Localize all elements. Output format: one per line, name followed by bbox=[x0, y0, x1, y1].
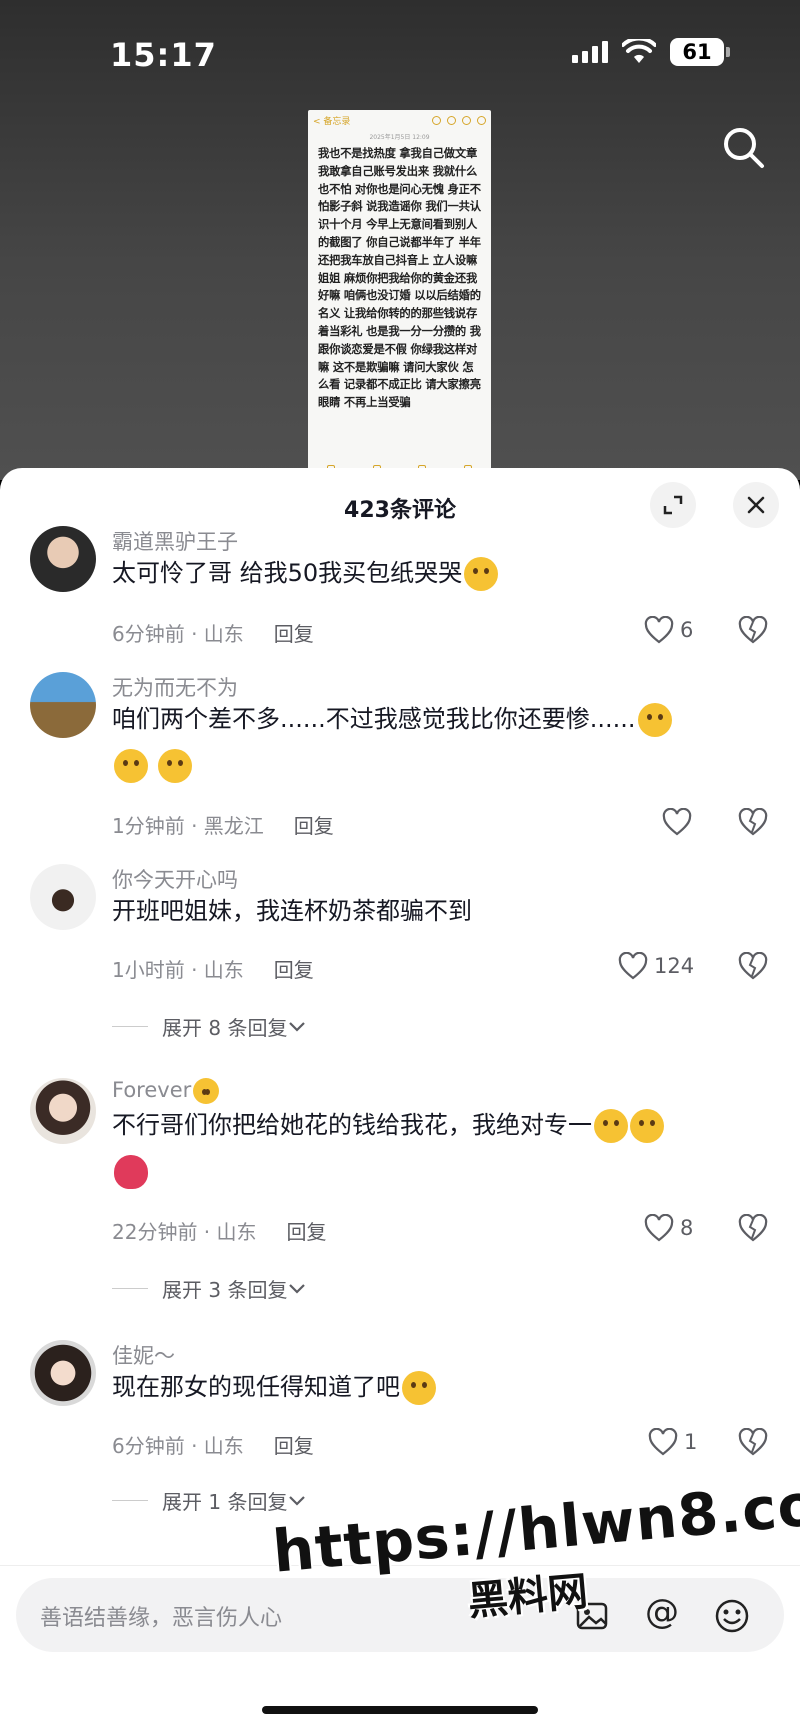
pleading-emoji-icon bbox=[157, 749, 192, 783]
heart-icon bbox=[644, 1214, 674, 1242]
comment-time: 6分钟前 · 山东 bbox=[112, 1434, 244, 1458]
chevron-down-icon bbox=[289, 1283, 306, 1294]
laughing-emoji-icon bbox=[464, 557, 499, 591]
like-count: 8 bbox=[680, 1216, 694, 1240]
broken-heart-icon bbox=[738, 807, 768, 836]
broken-heart-icon bbox=[738, 1213, 768, 1242]
comment-meta: 6分钟前 · 山东 回复 bbox=[112, 618, 314, 647]
reply-button[interactable]: 回复 bbox=[294, 814, 334, 838]
pleading-emoji-icon bbox=[637, 703, 672, 737]
like-button[interactable]: 1 bbox=[648, 1428, 697, 1456]
comment-text-content: 现在那女的现任得知道了吧 bbox=[112, 1373, 400, 1401]
comment-text[interactable]: 开班吧姐妹，我连杯奶茶都骗不到 bbox=[112, 888, 752, 934]
comment-input-placeholder: 善语结善缘，恶言伤人心 bbox=[40, 1606, 283, 1631]
reply-button[interactable]: 回复 bbox=[287, 1220, 327, 1244]
expand-replies-label: 展开 1 条回复 bbox=[162, 1490, 288, 1514]
expand-replies-button[interactable]: 展开 3 条回复 bbox=[112, 1274, 307, 1303]
close-sheet-button[interactable] bbox=[733, 482, 779, 528]
home-indicator bbox=[262, 1706, 538, 1714]
comment-time: 1小时前 · 山东 bbox=[112, 958, 244, 982]
like-button[interactable]: 124 bbox=[618, 952, 694, 980]
heart-icon bbox=[644, 616, 674, 644]
note-screenshot: < 备忘录 2025年1月5日 12:09 我也不是找热度 拿我自己做文章我敢拿… bbox=[308, 110, 491, 482]
note-back-label: < 备忘录 bbox=[313, 116, 351, 127]
status-bar: 15:17 61 bbox=[0, 0, 800, 110]
comment-text[interactable]: 不行哥们你把给她花的钱给我花，我绝对专一 bbox=[112, 1102, 752, 1194]
broken-heart-icon bbox=[738, 951, 768, 980]
search-button[interactable] bbox=[722, 126, 772, 176]
search-icon bbox=[724, 128, 764, 168]
comment-meta: 22分钟前 · 山东 回复 bbox=[112, 1216, 327, 1245]
comment-text[interactable]: 太可怜了哥 给我50我买包纸哭哭 bbox=[112, 550, 752, 596]
expand-replies-label: 展开 3 条回复 bbox=[162, 1278, 288, 1302]
pleading-emoji-icon bbox=[114, 749, 148, 783]
comment-username-text: Forever bbox=[112, 1078, 192, 1102]
note-toolbar: < 备忘录 bbox=[308, 110, 491, 130]
note-date: 2025年1月5日 12:09 bbox=[369, 134, 430, 141]
lips-emoji-icon bbox=[114, 1155, 148, 1189]
comment-username[interactable]: Forever bbox=[112, 1078, 220, 1104]
like-count: 124 bbox=[654, 954, 695, 978]
dislike-button[interactable] bbox=[738, 807, 768, 840]
avatar[interactable] bbox=[30, 1340, 96, 1406]
comment-text-content: 不行哥们你把给她花的钱给我花，我绝对专一 bbox=[112, 1111, 592, 1139]
close-icon bbox=[747, 496, 765, 514]
wifi-icon bbox=[622, 39, 656, 63]
expand-replies-label: 展开 8 条回复 bbox=[162, 1016, 288, 1040]
avatar[interactable] bbox=[30, 1078, 96, 1144]
heart-icon bbox=[648, 1428, 678, 1456]
comment-meta: 6分钟前 · 山东 回复 bbox=[112, 1430, 314, 1459]
tears-of-joy-emoji-icon bbox=[594, 1109, 628, 1143]
expand-replies-button[interactable]: 展开 8 条回复 bbox=[112, 1012, 307, 1041]
grinning-emoji-icon bbox=[402, 1371, 436, 1405]
note-text: 我也不是找热度 拿我自己做文章我敢拿自己账号发出来 我就什么也不怕 对你也是问心… bbox=[318, 147, 481, 410]
heart-icon bbox=[618, 952, 648, 980]
chevron-down-icon bbox=[289, 1495, 306, 1506]
comment-time: 1分钟前 · 黑龙江 bbox=[112, 814, 264, 838]
comment-text[interactable]: 现在那女的现任得知道了吧 bbox=[112, 1364, 752, 1410]
broken-heart-icon bbox=[738, 615, 768, 644]
battery-level: 61 bbox=[670, 38, 724, 66]
like-button[interactable]: 6 bbox=[644, 616, 693, 644]
expand-sheet-button[interactable] bbox=[650, 482, 696, 528]
comment-text-content: 开班吧姐妹，我连杯奶茶都骗不到 bbox=[112, 897, 472, 925]
nerd-emoji-icon bbox=[193, 1078, 220, 1104]
like-button[interactable]: 8 bbox=[644, 1214, 693, 1242]
like-button[interactable] bbox=[662, 808, 698, 836]
status-time: 15:17 bbox=[110, 36, 217, 74]
status-icons: 61 bbox=[572, 38, 730, 66]
like-count: 1 bbox=[684, 1430, 698, 1454]
avatar[interactable] bbox=[30, 526, 96, 592]
dislike-button[interactable] bbox=[738, 1213, 768, 1246]
comment-text-content: 太可怜了哥 给我50我买包纸哭哭 bbox=[112, 559, 463, 587]
dislike-button[interactable] bbox=[738, 1427, 768, 1460]
chevron-down-icon bbox=[289, 1021, 306, 1032]
video-background[interactable]: 15:17 61 < 备忘录 2025年1月5日 12:09 我也不是找热度 拿… bbox=[0, 0, 800, 482]
battery-icon: 61 bbox=[670, 38, 730, 66]
expand-icon bbox=[663, 495, 683, 515]
broken-heart-icon bbox=[738, 1427, 768, 1456]
reply-button[interactable]: 回复 bbox=[274, 958, 314, 982]
comment-time: 22分钟前 · 山东 bbox=[112, 1220, 257, 1244]
dislike-button[interactable] bbox=[738, 615, 768, 648]
avatar[interactable] bbox=[30, 864, 96, 930]
heart-icon bbox=[662, 808, 692, 836]
like-count: 6 bbox=[680, 618, 694, 642]
comment-text-content: 咱们两个差不多......不过我感觉我比你还要惨...... bbox=[112, 705, 636, 733]
cellular-signal-icon bbox=[572, 41, 608, 63]
tears-of-joy-emoji-icon bbox=[630, 1109, 664, 1143]
comment-meta: 1小时前 · 山东 回复 bbox=[112, 954, 314, 983]
comment-time: 6分钟前 · 山东 bbox=[112, 622, 244, 646]
reply-button[interactable]: 回复 bbox=[274, 622, 314, 646]
comment-text[interactable]: 咱们两个差不多......不过我感觉我比你还要惨...... bbox=[112, 696, 752, 788]
avatar[interactable] bbox=[30, 672, 96, 738]
comment-meta: 1分钟前 · 黑龙江 回复 bbox=[112, 810, 334, 839]
note-toolbar-icons bbox=[432, 115, 486, 125]
reply-button[interactable]: 回复 bbox=[274, 1434, 314, 1458]
dislike-button[interactable] bbox=[738, 951, 768, 984]
expand-replies-button[interactable]: 展开 1 条回复 bbox=[112, 1486, 307, 1515]
